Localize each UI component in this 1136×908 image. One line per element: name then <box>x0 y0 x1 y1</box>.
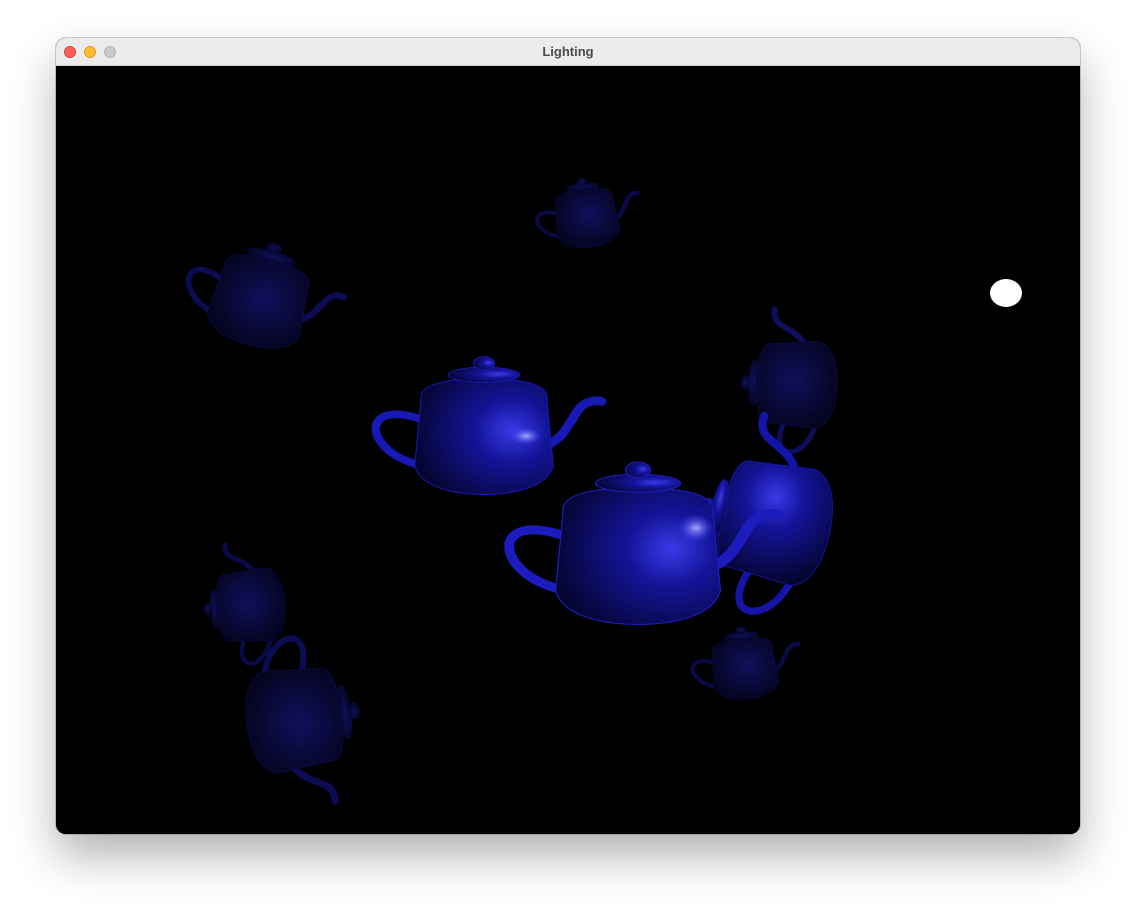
highlight-2 <box>678 514 714 542</box>
teapot-2 <box>176 225 353 366</box>
teapot-5 <box>236 630 371 812</box>
render-viewport[interactable] <box>56 66 1080 834</box>
app-window: Lighting <box>56 38 1080 834</box>
light-source <box>990 279 1022 307</box>
window-title: Lighting <box>542 44 594 59</box>
teapot-3 <box>739 308 840 453</box>
title-bar[interactable]: Lighting <box>56 38 1080 66</box>
highlight-1 <box>510 427 542 445</box>
teapot-8 <box>376 357 602 495</box>
teapot-6 <box>689 621 804 704</box>
teapot-scene <box>56 66 1022 834</box>
teapot-1 <box>532 171 644 254</box>
